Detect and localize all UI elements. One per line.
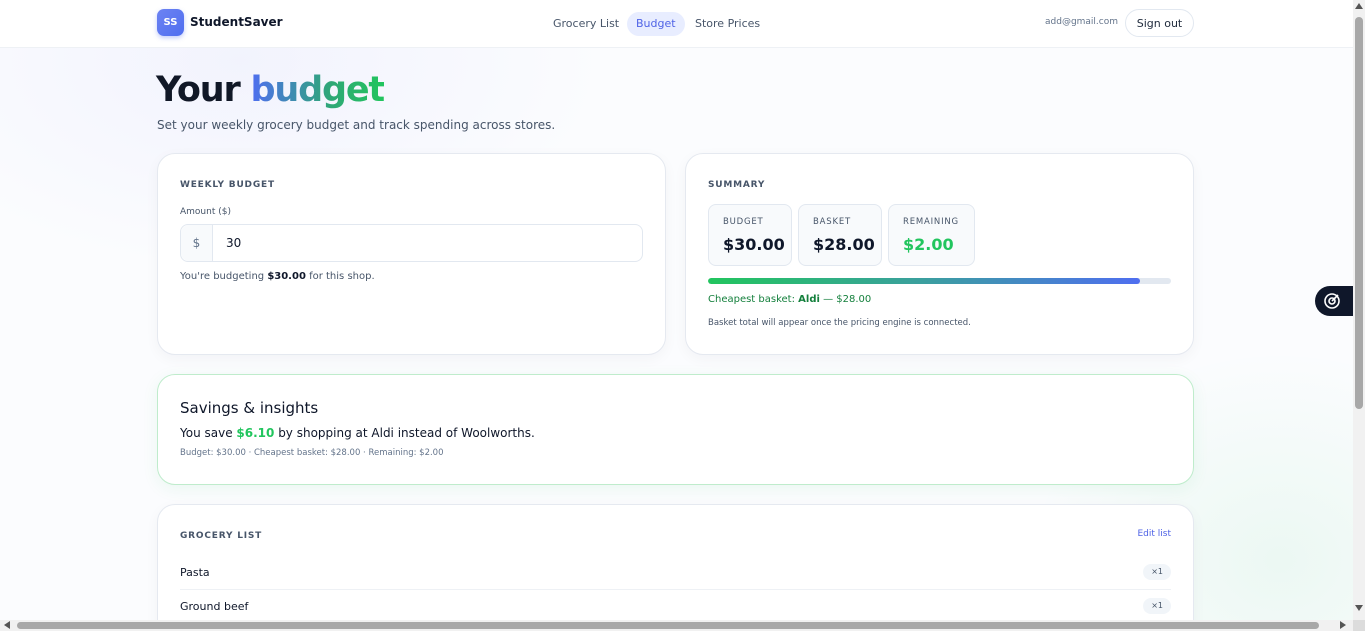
page-title: Your budget	[156, 70, 386, 110]
weekly-budget-card: WEEKLY BUDGET Amount ($) $ You're budget…	[157, 153, 666, 355]
page-subtitle: Set your weekly grocery budget and track…	[157, 118, 556, 132]
quantity-badge: ×1	[1143, 598, 1171, 614]
nav-store-prices[interactable]: Store Prices	[686, 12, 769, 36]
scrollbar-corner	[1353, 620, 1365, 631]
weekly-budget-heading: WEEKLY BUDGET	[180, 180, 275, 190]
edit-list-link[interactable]: Edit list	[1137, 529, 1171, 539]
budget-note-prefix: You're budgeting	[180, 271, 268, 282]
insights-meta: Budget: $30.00 · Cheapest basket: $28.00…	[180, 448, 444, 458]
cheapest-suffix: — $28.00	[819, 294, 872, 305]
budget-note: You're budgeting $30.00 for this shop.	[180, 271, 375, 282]
budget-note-amount: $30.00	[267, 271, 306, 282]
list-item[interactable]: Ground beef ×1	[180, 590, 1171, 620]
stat-budget: BUDGET $30.00	[708, 204, 792, 266]
summary-heading: SUMMARY	[708, 180, 766, 190]
stat-basket: BASKET $28.00	[798, 204, 882, 266]
stat-budget-value: $30.00	[723, 235, 785, 254]
target-icon	[1324, 293, 1340, 309]
grocery-list-heading: GROCERY LIST	[180, 531, 263, 541]
scroll-up-arrow-icon[interactable]	[1355, 3, 1363, 9]
logo-badge[interactable]: SS	[157, 9, 184, 36]
scroll-left-arrow-icon[interactable]	[4, 621, 10, 629]
cheapest-store: Aldi	[798, 294, 820, 305]
floating-assistant-button[interactable]	[1315, 286, 1353, 316]
nav-budget[interactable]: Budget	[627, 12, 685, 36]
insights-line-suffix: by shopping at Aldi instead of Woolworth…	[274, 426, 535, 440]
insights-line-prefix: You save	[180, 426, 237, 440]
horizontal-scrollbar[interactable]	[0, 620, 1353, 631]
page-title-highlight: budget	[250, 70, 386, 110]
stat-remaining-label: REMAINING	[903, 217, 959, 227]
insights-savings-amount: $6.10	[236, 426, 275, 440]
scroll-down-arrow-icon[interactable]	[1355, 605, 1363, 611]
sign-out-button[interactable]: Sign out	[1125, 9, 1194, 37]
page-background: SS StudentSaver Grocery List Budget Stor…	[0, 0, 1353, 620]
list-item[interactable]: Pasta ×1	[180, 556, 1171, 590]
brand-name[interactable]: StudentSaver	[190, 15, 283, 29]
budget-amount-input[interactable]	[213, 225, 642, 261]
page-title-part1: Your	[156, 70, 251, 110]
dollar-prefix: $	[181, 225, 213, 261]
stat-remaining-value: $2.00	[903, 235, 954, 254]
stat-basket-value: $28.00	[813, 235, 875, 254]
list-item-name: Pasta	[180, 566, 210, 579]
summary-card: SUMMARY BUDGET $30.00 BASKET $28.00 REMA…	[685, 153, 1194, 355]
cheapest-prefix: Cheapest basket:	[708, 294, 799, 305]
stat-remaining: REMAINING $2.00	[888, 204, 975, 266]
insights-savings-line: You save $6.10 by shopping at Aldi inste…	[180, 426, 535, 440]
amount-input-group: $	[180, 224, 643, 262]
vertical-scroll-thumb[interactable]	[1355, 17, 1363, 409]
top-navbar: SS StudentSaver Grocery List Budget Stor…	[0, 0, 1353, 48]
stat-basket-label: BASKET	[813, 217, 851, 227]
insights-title: Savings & insights	[180, 399, 319, 417]
grocery-list-card: GROCERY LIST Edit list Pasta ×1 Ground b…	[157, 504, 1194, 620]
savings-insights-card: Savings & insights You save $6.10 by sho…	[157, 374, 1194, 485]
list-item-name: Ground beef	[180, 600, 249, 613]
user-email: add@gmail.com	[1045, 17, 1119, 27]
amount-label: Amount ($)	[180, 207, 231, 217]
stat-budget-label: BUDGET	[723, 217, 764, 227]
nav-grocery-list[interactable]: Grocery List	[544, 12, 628, 36]
horizontal-scroll-thumb[interactable]	[17, 622, 1319, 629]
budget-progress-bar	[708, 278, 1171, 284]
budget-note-suffix: for this shop.	[305, 271, 375, 282]
pricing-engine-note: Basket total will appear once the pricin…	[708, 318, 971, 328]
vertical-scrollbar[interactable]	[1353, 0, 1365, 620]
quantity-badge: ×1	[1143, 564, 1171, 580]
scroll-right-arrow-icon[interactable]	[1340, 621, 1346, 629]
budget-progress-fill	[708, 278, 1140, 284]
cheapest-basket: Cheapest basket: Aldi — $28.00	[708, 294, 871, 305]
